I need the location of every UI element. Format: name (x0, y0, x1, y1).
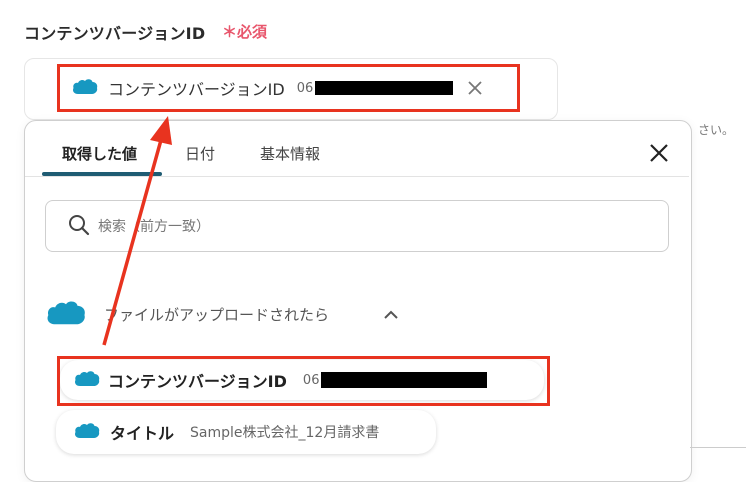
annotation-arrow (102, 116, 172, 346)
